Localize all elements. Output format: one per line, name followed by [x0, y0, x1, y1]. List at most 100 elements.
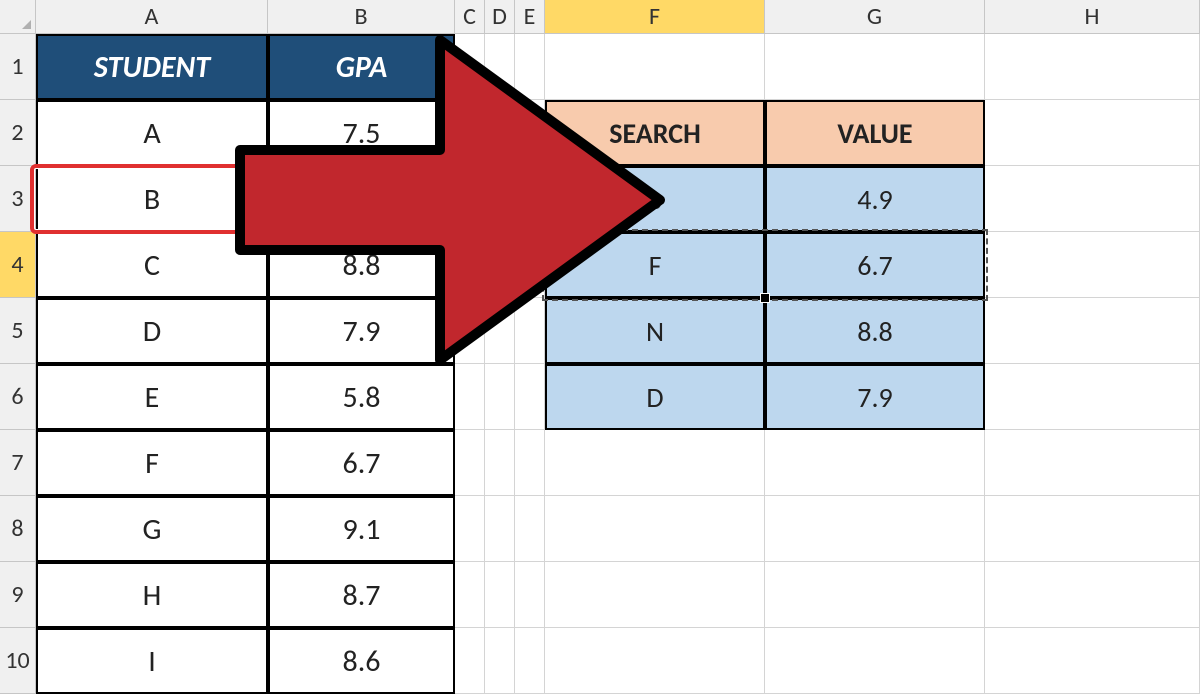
cell-C6[interactable]	[455, 364, 485, 430]
student-cell[interactable]: D	[36, 298, 268, 364]
value-header[interactable]: VALUE	[765, 100, 985, 166]
cell-F7[interactable]	[545, 430, 765, 496]
gpa-cell[interactable]	[268, 166, 455, 232]
student-cell[interactable]: E	[36, 364, 268, 430]
cell-C3[interactable]	[455, 166, 485, 232]
student-header[interactable]: STUDENT	[36, 34, 268, 100]
cell-D2[interactable]	[485, 100, 515, 166]
cell-H3[interactable]	[985, 166, 1200, 232]
column-header-H[interactable]: H	[985, 0, 1200, 34]
cell-G8[interactable]	[765, 496, 985, 562]
cell-E8[interactable]	[515, 496, 545, 562]
row-header-8[interactable]: 8	[0, 496, 36, 562]
cell-E2[interactable]	[515, 100, 545, 166]
gpa-cell[interactable]: 9.1	[268, 496, 455, 562]
cell-H5[interactable]	[985, 298, 1200, 364]
cell-H7[interactable]	[985, 430, 1200, 496]
cell-E1[interactable]	[515, 34, 545, 100]
cell-D5[interactable]	[485, 298, 515, 364]
cell-F8[interactable]	[545, 496, 765, 562]
cell-E7[interactable]	[515, 430, 545, 496]
student-cell[interactable]: C	[36, 232, 268, 298]
row-header-10[interactable]: 10	[0, 628, 36, 694]
cell-C2[interactable]	[455, 100, 485, 166]
cell-G7[interactable]	[765, 430, 985, 496]
cell-D3[interactable]	[485, 166, 515, 232]
gpa-cell[interactable]: 7.5	[268, 100, 455, 166]
column-header-E[interactable]: E	[515, 0, 545, 34]
cell-E3[interactable]	[515, 166, 545, 232]
cell-D4[interactable]	[485, 232, 515, 298]
column-header-D[interactable]: D	[485, 0, 515, 34]
cell-G9[interactable]	[765, 562, 985, 628]
row-header-6[interactable]: 6	[0, 364, 36, 430]
cell-G1[interactable]	[765, 34, 985, 100]
cell-C7[interactable]	[455, 430, 485, 496]
cell-C4[interactable]	[455, 232, 485, 298]
cell-E9[interactable]	[515, 562, 545, 628]
cell-H1[interactable]	[985, 34, 1200, 100]
cell-E4[interactable]	[515, 232, 545, 298]
student-cell[interactable]: A	[36, 100, 268, 166]
cell-H8[interactable]	[985, 496, 1200, 562]
cell-E5[interactable]	[515, 298, 545, 364]
cell-F10[interactable]	[545, 628, 765, 694]
row-header-2[interactable]: 2	[0, 100, 36, 166]
cell-H10[interactable]	[985, 628, 1200, 694]
column-header-B[interactable]: B	[268, 0, 455, 34]
gpa-cell[interactable]: 8.8	[268, 232, 455, 298]
cell-D9[interactable]	[485, 562, 515, 628]
gpa-header[interactable]: GPA	[268, 34, 455, 100]
cell-E10[interactable]	[515, 628, 545, 694]
student-cell[interactable]: H	[36, 562, 268, 628]
cell-C5[interactable]	[455, 298, 485, 364]
row-header-4[interactable]: 4	[0, 232, 36, 298]
cell-C9[interactable]	[455, 562, 485, 628]
cell-H9[interactable]	[985, 562, 1200, 628]
gpa-cell[interactable]: 5.8	[268, 364, 455, 430]
cell-D8[interactable]	[485, 496, 515, 562]
student-cell[interactable]: F	[36, 430, 268, 496]
search-cell[interactable]: D	[545, 364, 765, 430]
value-cell[interactable]: 8.8	[765, 298, 985, 364]
value-cell[interactable]: 6.7	[765, 232, 985, 298]
fill-handle[interactable]	[760, 293, 770, 303]
column-header-F[interactable]: F	[545, 0, 765, 34]
value-cell[interactable]: 4.9	[765, 166, 985, 232]
cell-D1[interactable]	[485, 34, 515, 100]
row-header-9[interactable]: 9	[0, 562, 36, 628]
cell-C1[interactable]	[455, 34, 485, 100]
cell-C8[interactable]	[455, 496, 485, 562]
value-cell[interactable]: 7.9	[765, 364, 985, 430]
gpa-cell[interactable]: 8.6	[268, 628, 455, 694]
row-header-3[interactable]: 3	[0, 166, 36, 232]
column-header-C[interactable]: C	[455, 0, 485, 34]
column-header-A[interactable]: A	[36, 0, 268, 34]
search-cell[interactable]: N	[545, 298, 765, 364]
cell-E6[interactable]	[515, 364, 545, 430]
row-header-5[interactable]: 5	[0, 298, 36, 364]
search-cell[interactable]: b	[545, 166, 765, 232]
cell-D6[interactable]	[485, 364, 515, 430]
cell-F9[interactable]	[545, 562, 765, 628]
row-header-7[interactable]: 7	[0, 430, 36, 496]
cell-H6[interactable]	[985, 364, 1200, 430]
search-header[interactable]: SEARCH	[545, 100, 765, 166]
cell-H4[interactable]	[985, 232, 1200, 298]
cell-D10[interactable]	[485, 628, 515, 694]
student-cell[interactable]: I	[36, 628, 268, 694]
gpa-cell[interactable]: 6.7	[268, 430, 455, 496]
gpa-cell[interactable]: 7.9	[268, 298, 455, 364]
student-cell[interactable]: G	[36, 496, 268, 562]
select-all-corner[interactable]	[0, 0, 36, 34]
cell-G10[interactable]	[765, 628, 985, 694]
cell-D7[interactable]	[485, 430, 515, 496]
column-header-G[interactable]: G	[765, 0, 985, 34]
student-cell[interactable]: B	[36, 166, 268, 232]
gpa-cell[interactable]: 8.7	[268, 562, 455, 628]
search-cell[interactable]: F	[545, 232, 765, 298]
cell-H2[interactable]	[985, 100, 1200, 166]
cell-F1[interactable]	[545, 34, 765, 100]
row-header-1[interactable]: 1	[0, 34, 36, 100]
cell-C10[interactable]	[455, 628, 485, 694]
